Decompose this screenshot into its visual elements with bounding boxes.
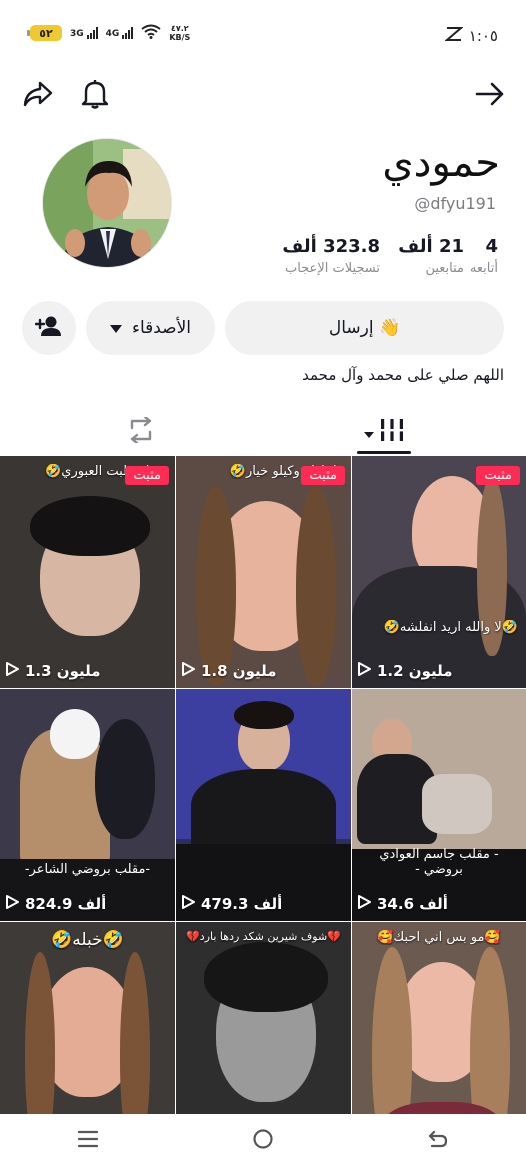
home-icon[interactable]	[252, 1128, 274, 1154]
play-icon	[182, 662, 195, 680]
network-speed-unit: KB/S	[169, 33, 191, 42]
menu-icon[interactable]	[77, 1130, 99, 1152]
friends-button[interactable]: الأصدقاء	[86, 301, 215, 355]
clock: ١:٠٥	[468, 27, 498, 45]
back-icon[interactable]	[427, 1129, 449, 1153]
tab-videos[interactable]	[352, 410, 416, 454]
video-thumbnail[interactable]: طماطه وكيلو خيار🤣 مثبت 1.8 مليون	[176, 456, 351, 688]
chevron-down-icon	[364, 423, 374, 442]
stat-likes-label: تسجيلات الإعجاب	[284, 261, 380, 276]
thumbnail-hair	[196, 486, 236, 686]
profile-handle: @dfyu191	[414, 194, 496, 213]
tab-reposts[interactable]	[108, 410, 174, 454]
pinned-badge: مثبت	[125, 466, 169, 485]
view-count: 1.3 مليون	[6, 662, 101, 680]
thumbnail-headscarf	[50, 709, 100, 759]
thumbnail-chair	[422, 774, 492, 834]
video-caption: 🤣لا والله اريد انفلشه🤣	[383, 620, 518, 635]
view-count-value: 479.3 ألف	[201, 895, 283, 913]
status-bar: ٥٢ 3G 4G ٤٧.٢ KB/S ١:٠٥	[0, 0, 526, 66]
pinned-badge: مثبت	[301, 466, 345, 485]
stat-followers[interactable]: 21 ألف متابعين	[374, 236, 464, 276]
profile-name: حمودي	[382, 140, 500, 186]
video-thumbnail[interactable]: - مقلب جاسم العوادي بروضي - 34.6 ألف	[352, 689, 526, 921]
avatar[interactable]	[42, 138, 172, 268]
video-thumbnail[interactable]: 479.3 ألف	[176, 689, 351, 921]
grid-icon	[380, 419, 404, 445]
mute-icon	[444, 26, 464, 46]
play-icon	[358, 895, 371, 913]
thumbnail-hair	[296, 486, 336, 686]
active-tab-indicator	[357, 451, 411, 454]
chevron-down-icon	[109, 318, 122, 338]
add-friend-button[interactable]	[22, 301, 76, 355]
view-count-value: 34.6 ألف	[377, 895, 448, 913]
system-nav-bar	[0, 1114, 526, 1168]
video-grid: بن انخطبت العبوري🤣 مثبت 1.3 مليون طماطه …	[0, 456, 526, 1154]
repost-icon	[126, 415, 156, 447]
send-message-label: إرسال 👋	[328, 318, 401, 338]
network-speed: ٤٧.٢ KB/S	[169, 24, 190, 42]
signal-3g: 3G	[70, 27, 98, 39]
stat-likes-value: 323.8 ألف	[282, 236, 380, 257]
status-right: ١:٠٥	[444, 26, 498, 46]
pinned-badge: مثبت	[476, 466, 520, 485]
play-icon	[358, 662, 371, 680]
stat-following-label: أتابعه	[469, 261, 498, 276]
signal-4g: 4G	[106, 27, 134, 39]
thumbnail-suit	[191, 769, 336, 849]
network-3g-label: 3G	[70, 29, 84, 39]
thumbnail-person	[95, 719, 155, 839]
bell-icon[interactable]	[77, 76, 113, 112]
avatar-image	[43, 139, 171, 267]
stat-followers-value: 21 ألف	[398, 236, 464, 257]
thumbnail-hair	[234, 701, 294, 729]
share-icon[interactable]	[20, 76, 56, 112]
video-caption: 💔شوف شيرين شكد ردها بارد💔	[186, 930, 341, 943]
video-thumbnail[interactable]: 🤣لا والله اريد انفلشه🤣 مثبت 1.2 مليون	[352, 456, 526, 688]
view-count-value: 1.2 مليون	[377, 662, 453, 680]
video-thumbnail[interactable]: -مقلب بروضي الشاعر- 824.9 ألف	[0, 689, 175, 921]
stat-following[interactable]: 4 أتابعه	[470, 236, 498, 276]
play-icon	[6, 895, 19, 913]
add-friend-icon	[34, 315, 63, 342]
thumbnail-hair	[30, 496, 150, 556]
wifi-icon	[141, 24, 161, 42]
video-caption: 🥰مو بس اني احبك🥰	[377, 930, 501, 945]
send-message-button[interactable]: إرسال 👋	[225, 301, 504, 355]
video-thumbnail[interactable]: بن انخطبت العبوري🤣 مثبت 1.3 مليون	[0, 456, 175, 688]
video-caption: 🤣خبله🤣	[51, 930, 124, 950]
friends-button-label: الأصدقاء	[131, 318, 192, 338]
battery-indicator: ٥٢	[27, 25, 62, 41]
profile-bio: اللهم صلي على محمد وآل محمد	[302, 366, 504, 384]
play-icon	[182, 895, 195, 913]
stat-followers-label: متابعين	[425, 261, 464, 276]
view-count: 479.3 ألف	[182, 895, 282, 913]
thumbnail-hair	[204, 942, 328, 1012]
stat-following-value: 4	[485, 236, 498, 257]
view-count-value: 1.8 مليون	[201, 662, 277, 680]
play-icon	[6, 662, 19, 680]
video-subtitle: - مقلب جاسم العوادي بروضي -	[379, 847, 499, 877]
video-subtitle: -مقلب بروضي الشاعر-	[24, 862, 151, 877]
arrow-right-icon[interactable]	[472, 76, 508, 112]
view-count: 1.8 مليون	[182, 662, 277, 680]
view-count: 1.2 مليون	[358, 662, 453, 680]
network-speed-value: ٤٧.٢	[170, 24, 189, 33]
view-count: 824.9 ألف	[6, 895, 106, 913]
view-count: 34.6 ألف	[358, 895, 448, 913]
view-count-value: 824.9 ألف	[25, 895, 107, 913]
network-4g-label: 4G	[105, 29, 120, 39]
view-count-value: 1.3 مليون	[25, 662, 101, 680]
status-left: ٥٢ 3G 4G ٤٧.٢ KB/S	[27, 24, 190, 42]
stat-likes[interactable]: 323.8 ألف تسجيلات الإعجاب	[250, 236, 380, 276]
